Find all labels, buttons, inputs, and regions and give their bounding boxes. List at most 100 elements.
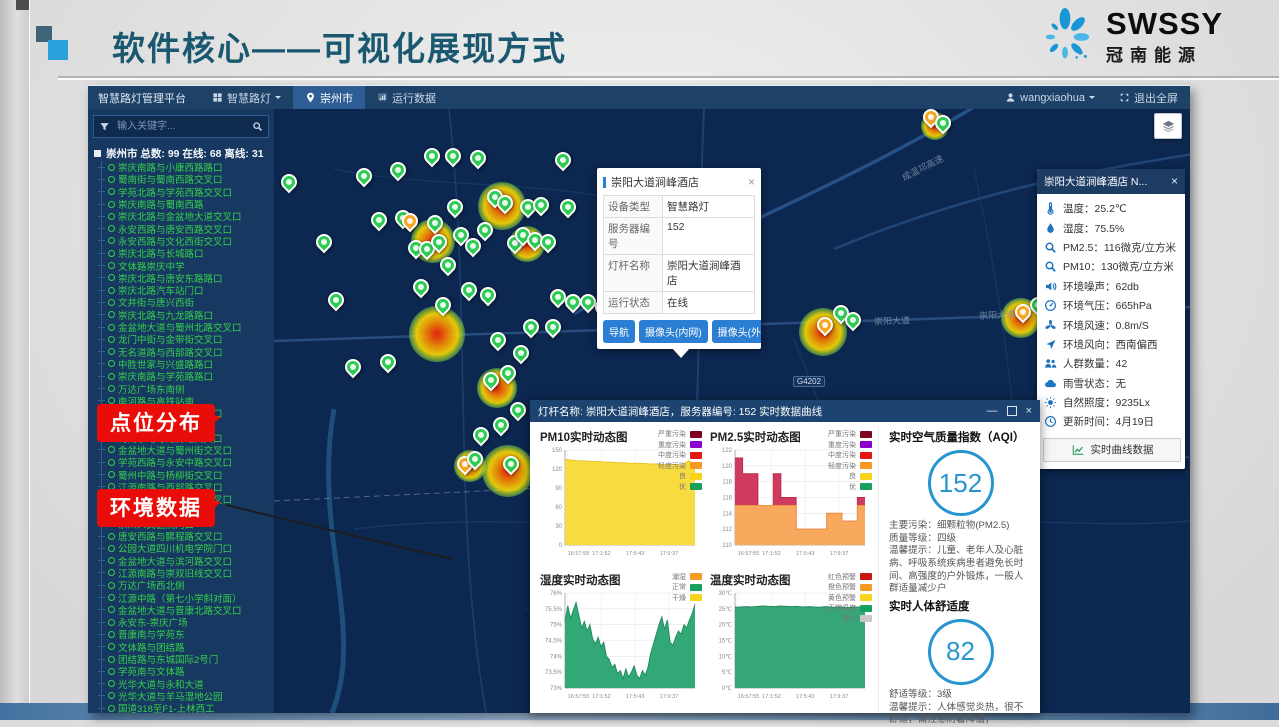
legend-item: 红色预警: [828, 572, 872, 583]
tree-item[interactable]: 光华大道与羊马湿地公园: [98, 690, 274, 702]
svg-text:90: 90: [555, 486, 562, 492]
svg-text:110: 110: [722, 543, 732, 549]
tree-item[interactable]: 崇庆北路与九龙路路口: [98, 309, 274, 321]
tree-item[interactable]: 崇庆南路与学苑路路口: [98, 370, 274, 382]
aqi-grade: 质量等级：四级: [889, 533, 1032, 546]
tree-item[interactable]: 永安西路与文化西街交叉口: [98, 235, 274, 247]
tree-item[interactable]: 崇庆南路与小康西路路口: [98, 161, 274, 173]
tree-item[interactable]: 崇庆北路汽车站门口: [98, 284, 274, 296]
tree-item[interactable]: 学苑北路与学苑西路交叉口: [98, 186, 274, 198]
tree-item[interactable]: 学苑西路与永安中路交叉口: [98, 456, 274, 468]
lamp-node-icon: [108, 656, 115, 663]
tree-item[interactable]: 无名道路与西部路交叉口: [98, 345, 274, 357]
tree-item[interactable]: 唐安西路与鹏程路交叉口: [98, 530, 274, 542]
lamp-node-icon: [108, 692, 115, 699]
tree-item[interactable]: 金盆地大道与蜀州北路交叉口: [98, 321, 274, 333]
popup-button[interactable]: 摄像头(外网): [712, 320, 761, 343]
company-logo: SWSSY 冠南能源: [1034, 6, 1223, 68]
svg-text:118: 118: [722, 480, 732, 486]
slide-left-strip: [0, 0, 30, 720]
gauge-icon: [1044, 299, 1057, 312]
nav-item-lamps[interactable]: 智慧路灯: [200, 86, 293, 109]
close-icon[interactable]: ×: [1171, 177, 1178, 186]
expand-box-icon[interactable]: [94, 150, 101, 157]
nav-item-run-data[interactable]: 运行数据: [365, 86, 448, 109]
tree-item[interactable]: 金盆地大道与滨河路交叉口: [98, 555, 274, 567]
tree-item[interactable]: 崇庆南路与蜀南西路: [98, 198, 274, 210]
popup-button[interactable]: 摄像头(内网): [639, 320, 708, 343]
tree-item[interactable]: 团结路与东城国际2号门: [98, 653, 274, 665]
env-row: 雨雪状态：无: [1044, 374, 1178, 393]
tree-item[interactable]: 永安东-崇庆广场: [98, 616, 274, 628]
tree-item[interactable]: 崇庆北路与长城路口: [98, 247, 274, 259]
tree-item[interactable]: 崇庆北路与金盆地大道交叉口: [98, 210, 274, 222]
chart-panel-title: 灯杆名称: 崇阳大道涧峰酒店，服务器编号: 152 实时数据曲线: [538, 404, 822, 419]
maximize-icon[interactable]: [1007, 406, 1017, 416]
svg-text:150: 150: [552, 448, 563, 454]
legend-item: 正常: [672, 582, 702, 593]
tree-root[interactable]: 崇州市 总数: 99 在线: 68 离线: 31: [88, 142, 274, 163]
popup-table: 设备类型智慧路灯服务器编号152灯杆名称崇阳大道涧峰酒店运行状态在线: [603, 195, 755, 314]
legend-item: 橙色预警: [828, 582, 872, 593]
svg-text:10℃: 10℃: [719, 653, 733, 660]
tree-item[interactable]: 国道318至F1-上林西工: [98, 702, 274, 713]
exit-fullscreen-button[interactable]: 退出全屏: [1107, 90, 1190, 106]
tree-item[interactable]: 万达广场西北侧: [98, 579, 274, 591]
magnifier-icon: [1044, 241, 1057, 254]
legend-item: 轻度污染: [828, 461, 872, 472]
legend-item: 潮湿: [672, 572, 702, 583]
tree-item[interactable]: 光华大道与永和大道: [98, 677, 274, 689]
nav-item-city[interactable]: 崇州市: [293, 86, 365, 109]
svg-text:73%: 73%: [550, 686, 563, 692]
tree-item[interactable]: 晋康南与学苑东: [98, 628, 274, 640]
comfort-gauge: 82: [928, 619, 994, 685]
marker-popup: 崇阳大道涧峰酒店 × 设备类型智慧路灯服务器编号152灯杆名称崇阳大道涧峰酒店运…: [597, 168, 761, 349]
tree-item[interactable]: 金盆地大道与蜀州街交叉口: [98, 444, 274, 456]
user-menu[interactable]: wangxiaohua: [993, 92, 1107, 104]
tree-item[interactable]: 文体路崇庆中学: [98, 259, 274, 271]
popup-row: 灯杆名称崇阳大道涧峰酒店: [604, 255, 754, 292]
popup-pointer: [672, 348, 690, 358]
aqi-tip: 温馨提示：儿童、老年人及心脏病、呼吸系统疾病患者避免长时间、高强度的户外锻炼，一…: [889, 545, 1032, 596]
chart-legend: 严重污染重度污染中度污染轻度污染良优: [828, 429, 872, 492]
env-row: PM10：130微克/立方米: [1044, 257, 1178, 276]
lamp-node-icon: [108, 705, 115, 712]
chart-temperature: 温度实时动态图 红色预警橙色预警黄色预警正常温度寒冷 0℃5℃10℃15℃20℃…: [708, 569, 878, 712]
search-icon[interactable]: [252, 121, 263, 132]
popup-row: 设备类型智慧路灯: [604, 196, 754, 218]
tree-item[interactable]: 江源中路（第七小学斜对面）: [98, 591, 274, 603]
svg-text:0: 0: [559, 543, 563, 549]
tree-item[interactable]: 崇庆北路与唐安东路路口: [98, 272, 274, 284]
minimize-icon[interactable]: —: [987, 406, 998, 416]
close-icon[interactable]: ×: [748, 177, 755, 187]
tree-item[interactable]: 蜀南街与蜀南西路交叉口: [98, 173, 274, 185]
tree-item[interactable]: 万达广场东南侧: [98, 382, 274, 394]
tree-item[interactable]: 江源南路与崇双旧线交叉口: [98, 567, 274, 579]
popup-button[interactable]: 导航: [603, 320, 635, 343]
close-icon[interactable]: ×: [1026, 406, 1032, 416]
tree-item[interactable]: 龙门中街与金带街交叉口: [98, 333, 274, 345]
tree-item[interactable]: 永安西路与唐安西路交叉口: [98, 222, 274, 234]
lamp-node-icon: [108, 446, 115, 453]
tree-item[interactable]: 公园大道四川机电学院门口: [98, 542, 274, 554]
noise-icon: [1044, 280, 1057, 293]
aqi-info-column: 实时空气质量指数（AQI） 152 主要污染：细颗粒物(PM2.5) 质量等级：…: [878, 426, 1036, 711]
tree-item[interactable]: 学苑南与文体路: [98, 665, 274, 677]
search-input[interactable]: [115, 120, 247, 133]
legend-item: 干燥: [672, 593, 702, 604]
tree-item[interactable]: 中胜世家与兴盛路路口: [98, 358, 274, 370]
realtime-curve-button[interactable]: 实时曲线数据: [1043, 438, 1181, 462]
svg-text:74%: 74%: [550, 654, 563, 660]
map-layers-button[interactable]: [1154, 113, 1182, 139]
tree-item[interactable]: 金盆地大道与晋康北路交叉口: [98, 604, 274, 616]
chart-panel: 灯杆名称: 崇阳大道涧峰酒店，服务器编号: 152 实时数据曲线 — × PM1…: [530, 400, 1040, 713]
tree-item[interactable]: 文体路与团结路: [98, 641, 274, 653]
lamp-node-icon: [108, 680, 115, 687]
svg-text:17:1:52: 17:1:52: [592, 551, 611, 557]
lamp-node-icon: [108, 164, 115, 171]
lamp-node-icon: [108, 643, 115, 650]
tree-item[interactable]: 文井街与唐兴西街: [98, 296, 274, 308]
filter-icon[interactable]: [99, 121, 110, 132]
tree-item[interactable]: 蜀州中路与杨柳街交叉口: [98, 468, 274, 480]
lamp-node-icon: [108, 324, 115, 331]
